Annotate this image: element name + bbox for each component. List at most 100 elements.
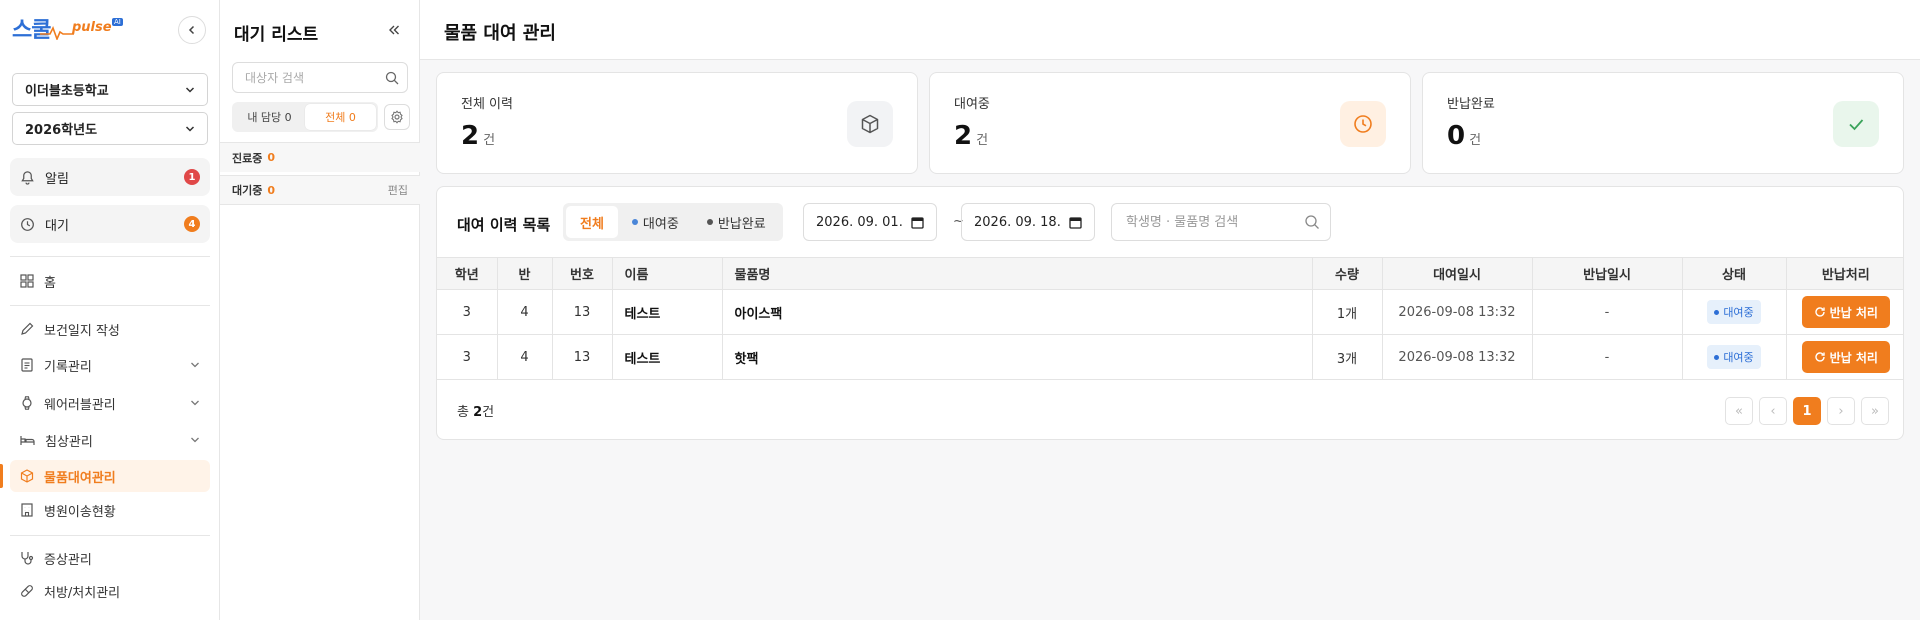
column-header[interactable]: 번호 bbox=[552, 257, 613, 290]
status-dot-icon bbox=[1714, 309, 1720, 315]
column-header[interactable]: 수량 bbox=[1312, 257, 1383, 290]
sidebar-item-label: 물품대여관리 bbox=[44, 470, 116, 486]
stat-card-title: 반납완료 bbox=[1447, 97, 1495, 112]
wait-list-settings-button[interactable] bbox=[384, 104, 410, 130]
wait-list-panel: 대기 리스트 내 담당 0 전체 0 진료중 0 대기중 0 편집 bbox=[220, 0, 420, 620]
sidebar-item-bed[interactable]: 침상관리 bbox=[10, 424, 210, 456]
rental-search-input[interactable] bbox=[1126, 214, 1304, 230]
wait-list-search-input[interactable] bbox=[245, 70, 385, 85]
return-button-label: 반납 처리 bbox=[1829, 350, 1878, 365]
column-header[interactable]: 상태 bbox=[1682, 257, 1787, 290]
logo-ai-badge: AI bbox=[112, 18, 123, 26]
page-title: 물품 대여 관리 bbox=[444, 23, 556, 44]
sidebar-item-records[interactable]: 기록관리 bbox=[10, 349, 210, 381]
sidebar-item-waiting[interactable]: 대기 4 bbox=[10, 205, 210, 243]
wait-list-scope-tabs: 내 담당 0 전체 0 bbox=[232, 102, 378, 132]
blue-dot-icon bbox=[631, 219, 638, 225]
return-button[interactable]: 반납 처리 bbox=[1801, 341, 1890, 373]
active-indicator bbox=[0, 464, 3, 488]
stat-card-unit: 건 bbox=[976, 133, 989, 148]
cell-status: 대여중 bbox=[1682, 289, 1787, 335]
rental-history-panel: 대여 이력 목록 전체 대여중 반납완료 2026. 09. 01. ~ 202… bbox=[436, 186, 1904, 440]
pill-icon bbox=[21, 585, 33, 597]
chevron-down-icon bbox=[191, 362, 199, 368]
sidebar-item-home[interactable]: 홈 bbox=[10, 265, 210, 297]
status-badge-label: 대여중 bbox=[1723, 306, 1754, 319]
year-select[interactable]: 2026학년도 bbox=[12, 112, 208, 145]
date-to-input[interactable]: 2026. 09. 18. bbox=[961, 203, 1095, 241]
column-header[interactable]: 반납처리 bbox=[1786, 257, 1903, 290]
sidebar-item-label: 증상관리 bbox=[44, 552, 92, 568]
filter-tab-renting[interactable]: 대여중 bbox=[618, 206, 693, 238]
date-from-input[interactable]: 2026. 09. 01. bbox=[803, 203, 937, 241]
table-header-row: 학년 반 번호 이름 물품명 수량 대여일시 반납일시 상태 반납처리 bbox=[437, 257, 1903, 290]
main-content: 물품 대여 관리 전체 이력 2건 대여중 2건 반납완료 0건 대여 이력 목… bbox=[420, 0, 1920, 620]
edit-link[interactable]: 편집 bbox=[388, 182, 408, 198]
return-button[interactable]: 반납 처리 bbox=[1801, 296, 1890, 328]
sidebar-item-hospital[interactable]: 병원이송현황 bbox=[10, 494, 210, 526]
cell-rented-at: 2026-09-08 13:32 bbox=[1382, 334, 1533, 380]
cell-name: 테스트 bbox=[612, 289, 723, 335]
filter-tab-all[interactable]: 전체 bbox=[566, 206, 618, 238]
refresh-icon bbox=[1814, 352, 1825, 362]
clock-icon bbox=[21, 217, 34, 231]
next-page-button[interactable]: › bbox=[1827, 397, 1855, 425]
prev-page-button[interactable]: ‹ bbox=[1759, 397, 1787, 425]
sidebar-item-alerts[interactable]: 알림 1 bbox=[10, 158, 210, 196]
cell-number: 13 bbox=[552, 289, 613, 335]
cell-item: 아이스팩 bbox=[722, 289, 1313, 335]
cell-action: 반납 처리 bbox=[1786, 334, 1903, 380]
total-suffix: 건 bbox=[482, 405, 495, 420]
table-row[interactable]: 3 4 13 테스트 핫팩 3개 2026-09-08 13:32 - 대여중 … bbox=[437, 334, 1903, 380]
column-header[interactable]: 반 bbox=[497, 257, 553, 290]
filter-tab-label: 반납완료 bbox=[717, 216, 766, 232]
app-logo[interactable]: 스쿨 pulse AI bbox=[12, 12, 123, 46]
search-icon[interactable] bbox=[385, 71, 399, 85]
search-icon[interactable] bbox=[1304, 214, 1320, 230]
waiting-count-badge: 4 bbox=[184, 216, 200, 232]
status-filter-tabs: 전체 대여중 반납완료 bbox=[563, 203, 783, 241]
first-page-button[interactable]: « bbox=[1725, 397, 1753, 425]
sidebar-item-health-log[interactable]: 보건일지 작성 bbox=[10, 313, 210, 345]
status-badge: 대여중 bbox=[1707, 300, 1761, 324]
divider bbox=[10, 256, 210, 257]
sidebar: 스쿨 pulse AI 이더블초등학교 2026학년도 알림 1 대기 4 홈 … bbox=[0, 0, 220, 620]
stat-card-title: 대여중 bbox=[954, 97, 990, 112]
calendar-icon bbox=[911, 216, 924, 229]
waiting-label: 대기중 bbox=[232, 184, 263, 197]
grid-icon bbox=[20, 274, 34, 288]
filter-tab-returned[interactable]: 반납완료 bbox=[693, 206, 780, 238]
school-select[interactable]: 이더블초등학교 bbox=[12, 73, 208, 106]
column-header[interactable]: 학년 bbox=[437, 257, 498, 290]
in-treatment-section[interactable]: 진료중 0 bbox=[220, 142, 420, 172]
waiting-section[interactable]: 대기중 0 편집 bbox=[220, 175, 420, 205]
column-header[interactable]: 대여일시 bbox=[1382, 257, 1533, 290]
sidebar-item-label: 홈 bbox=[44, 275, 56, 291]
stat-card-unit: 건 bbox=[483, 133, 496, 148]
table-row[interactable]: 3 4 13 테스트 아이스팩 1개 2026-09-08 13:32 - 대여… bbox=[437, 289, 1903, 335]
chevron-left-icon bbox=[188, 25, 195, 35]
page-button-current[interactable]: 1 bbox=[1793, 397, 1821, 425]
sidebar-item-wearable[interactable]: 웨어러블관리 bbox=[10, 387, 210, 419]
pencil-icon bbox=[21, 322, 34, 335]
wait-list-collapse-button[interactable] bbox=[382, 18, 406, 42]
last-page-button[interactable]: » bbox=[1861, 397, 1889, 425]
cell-returned-at: - bbox=[1532, 289, 1683, 335]
stat-card-value: 2 bbox=[954, 121, 973, 151]
stat-card-value: 2 bbox=[461, 121, 480, 151]
cell-qty: 1개 bbox=[1312, 289, 1383, 335]
sidebar-item-rental[interactable]: 물품대여관리 bbox=[10, 460, 210, 492]
tab-mine[interactable]: 내 담당 0 bbox=[234, 104, 305, 130]
sidebar-collapse-button[interactable] bbox=[178, 16, 206, 44]
cell-name: 테스트 bbox=[612, 334, 723, 380]
sidebar-item-prescription[interactable]: 처방/처치관리 bbox=[10, 575, 210, 607]
column-header[interactable]: 반납일시 bbox=[1532, 257, 1683, 290]
filter-tab-label: 전체 bbox=[580, 216, 604, 232]
sidebar-item-symptom[interactable]: 증상관리 bbox=[10, 542, 210, 574]
tab-all[interactable]: 전체 0 bbox=[305, 104, 376, 130]
page-header: 물품 대여 관리 bbox=[420, 0, 1920, 60]
cell-class: 4 bbox=[497, 334, 553, 380]
year-select-value: 2026학년도 bbox=[25, 123, 98, 138]
column-header[interactable]: 이름 bbox=[612, 257, 723, 290]
column-header[interactable]: 물품명 bbox=[722, 257, 1313, 290]
